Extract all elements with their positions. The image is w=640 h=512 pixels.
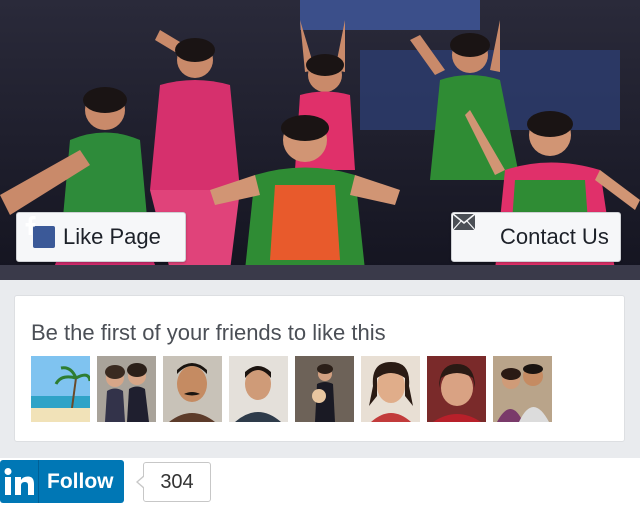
- linkedin-icon: [0, 460, 39, 503]
- follower-count-badge: 304: [136, 462, 211, 502]
- envelope-icon: [452, 213, 492, 248]
- follower-count: 304: [160, 470, 194, 493]
- woman-standing-avatar[interactable]: [295, 356, 354, 422]
- man-mustache-avatar[interactable]: [163, 356, 222, 422]
- young-man-avatar[interactable]: [229, 356, 288, 422]
- two-women-avatar[interactable]: [97, 356, 156, 422]
- social-panel: Be the first of your friends to like thi…: [0, 280, 640, 458]
- friend-avatar-list: [31, 356, 552, 422]
- woman-red-avatar[interactable]: [427, 356, 486, 422]
- page-cover-photo[interactable]: Like Page Contact Us: [0, 0, 640, 280]
- contact-us-button[interactable]: Contact Us: [451, 212, 621, 262]
- couple-avatar[interactable]: [493, 356, 552, 422]
- friends-like-text: Be the first of your friends to like thi…: [31, 320, 386, 345]
- woman-portrait-avatar[interactable]: [361, 356, 420, 422]
- facebook-icon: [25, 216, 55, 248]
- like-page-button[interactable]: Like Page: [16, 212, 186, 262]
- linkedin-follow-button[interactable]: Follow: [0, 460, 124, 503]
- like-page-label: Like Page: [63, 224, 161, 249]
- follow-label: Follow: [47, 469, 114, 493]
- contact-us-label: Contact Us: [500, 224, 609, 249]
- friends-like-box: Be the first of your friends to like thi…: [14, 295, 625, 442]
- beach-photo-avatar[interactable]: [31, 356, 90, 422]
